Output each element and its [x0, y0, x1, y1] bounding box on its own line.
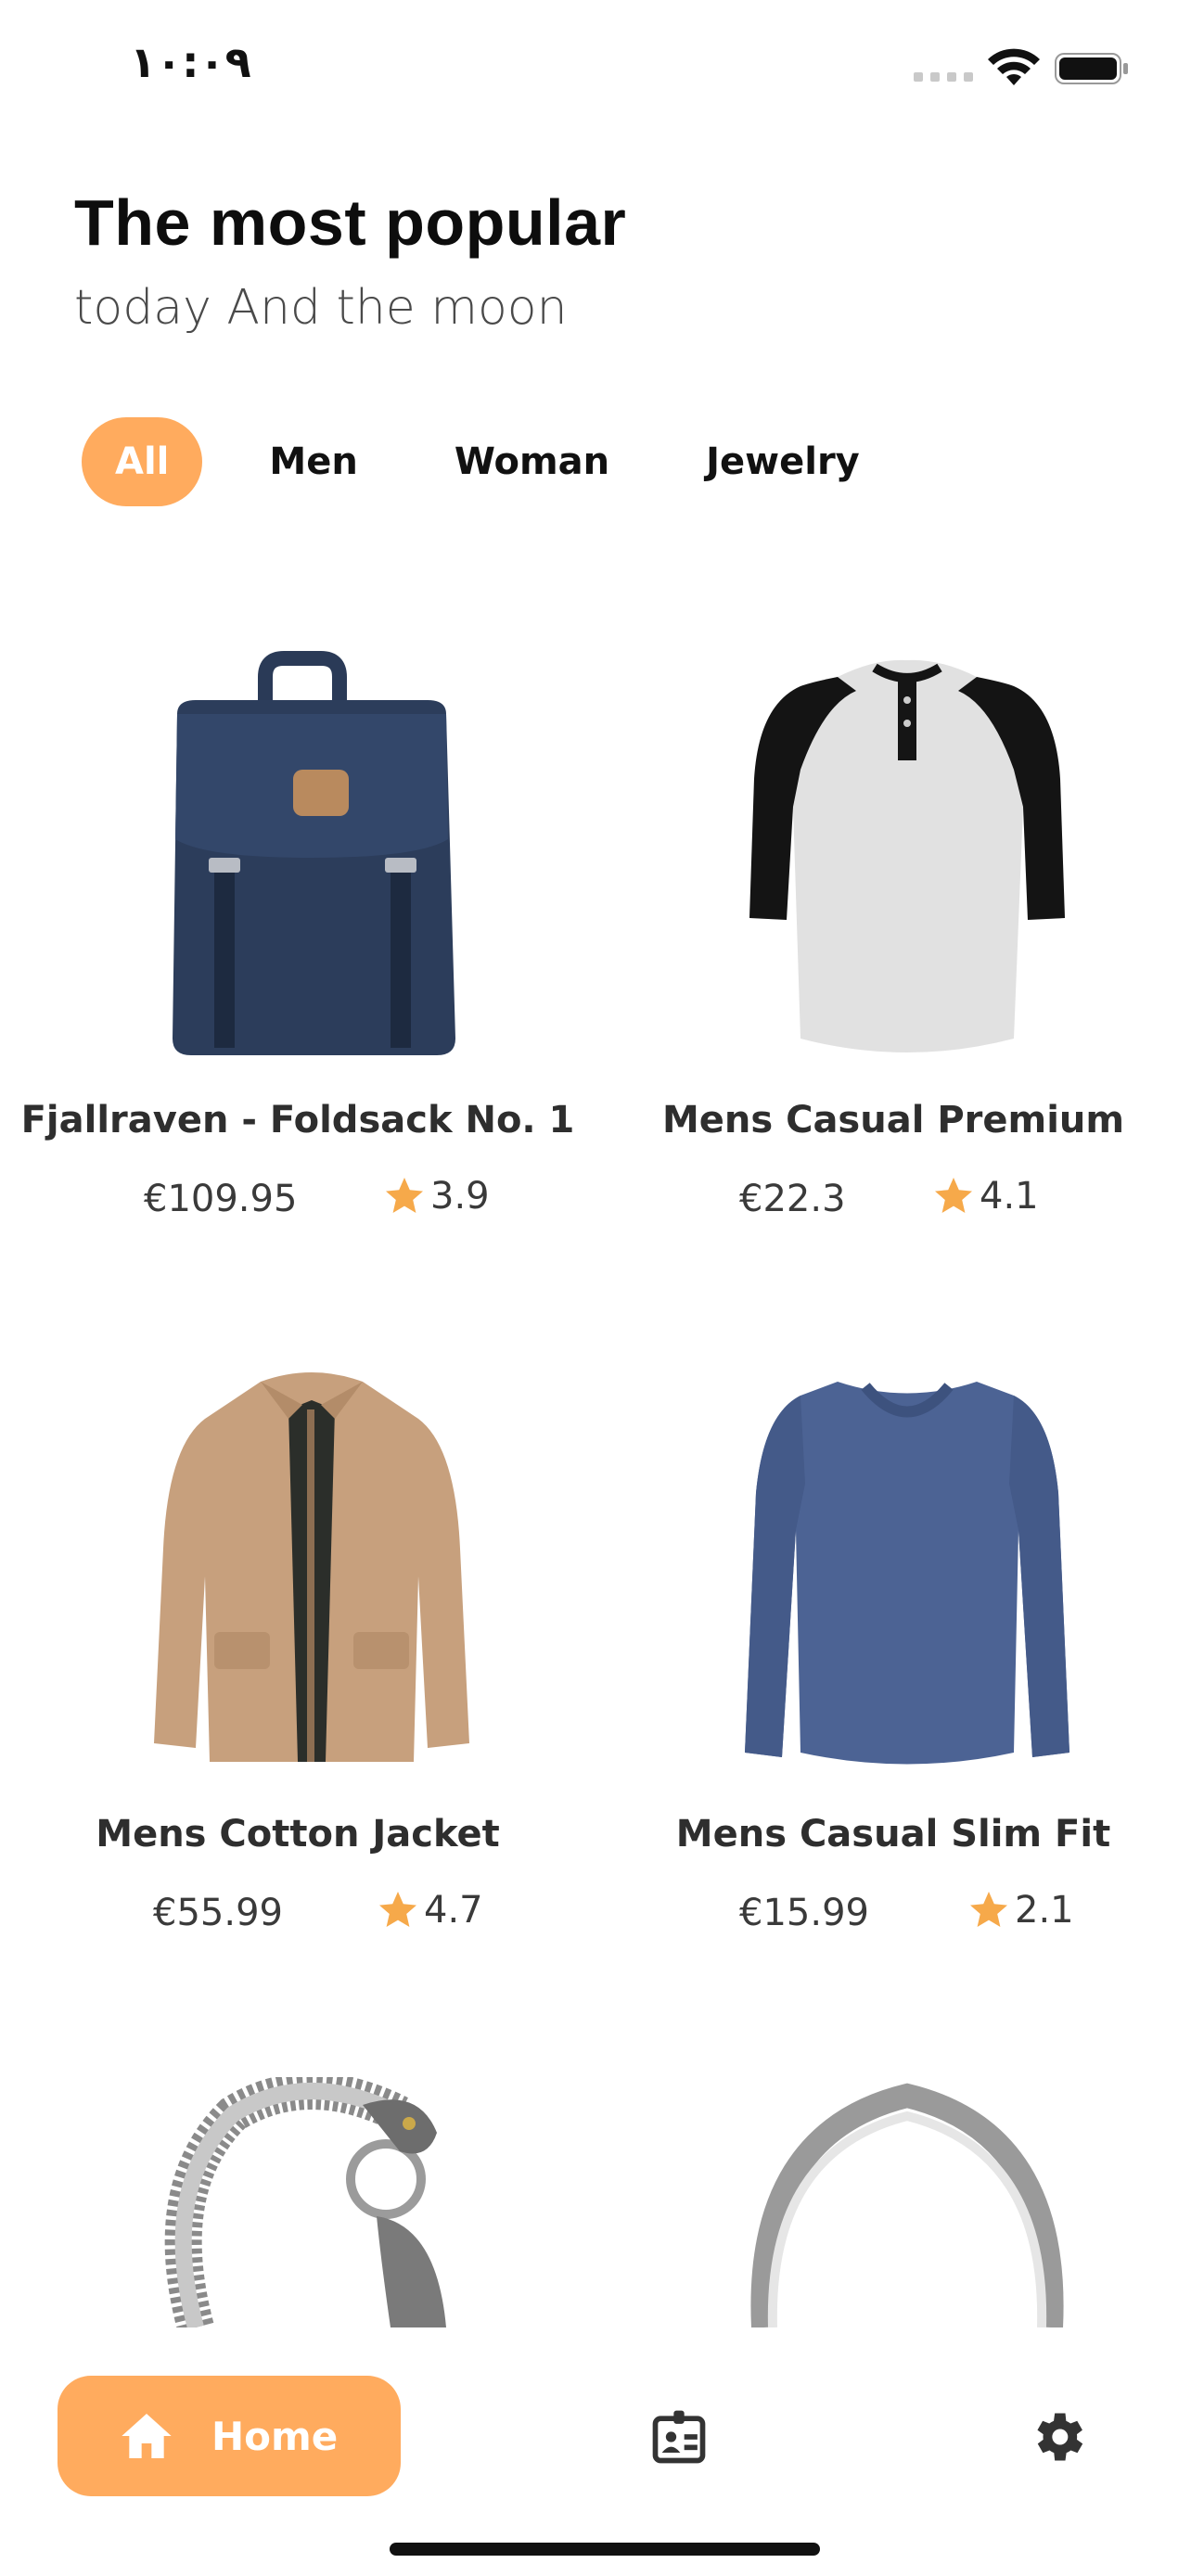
product-price: €55.99 [153, 1892, 283, 1934]
bottom-navigation: Home [0, 2327, 1191, 2576]
product-price: €109.95 [144, 1178, 298, 1220]
ring-image [750, 2083, 1064, 2327]
product-rating: 3.9 [382, 1174, 490, 1218]
page-title: The most popular [74, 186, 627, 259]
product-card[interactable]: Mens Casual Premium €22.3 4.1 [596, 649, 1191, 1317]
product-card[interactable]: Mens Casual Slim Fit €15.99 2.1 [596, 1363, 1191, 2031]
product-card[interactable] [0, 2077, 596, 2327]
rating-value: 4.1 [980, 1175, 1039, 1218]
product-grid: Fjallraven - Foldsack No. 1 €109.95 3.9 … [0, 649, 1191, 2327]
longsleeve-shirt-image [745, 1382, 1069, 1765]
wifi-icon [988, 48, 1040, 85]
product-card[interactable]: Fjallraven - Foldsack No. 1 €109.95 3.9 [0, 649, 596, 1317]
product-price: €22.3 [739, 1178, 846, 1220]
rating-value: 2.1 [1015, 1889, 1074, 1932]
page-subtitle: today And the moon [74, 280, 568, 336]
home-icon [122, 2414, 172, 2458]
tab-all[interactable]: All [82, 417, 203, 506]
product-name: Mens Casual Premium [661, 1099, 1125, 1141]
id-card-icon[interactable] [647, 2405, 711, 2468]
nav-home-button[interactable]: Home [58, 2376, 401, 2496]
rating-value: 4.7 [424, 1889, 483, 1932]
backpack-image [173, 651, 455, 1055]
product-rating: 4.7 [376, 1888, 483, 1932]
bracelet-image [164, 2077, 446, 2327]
gear-icon[interactable] [1026, 2405, 1089, 2468]
raglan-tshirt-image [749, 659, 1065, 1052]
product-name: Fjallraven - Foldsack No. 1 [20, 1099, 575, 1141]
product-rating: 4.1 [931, 1174, 1039, 1218]
cellular-signal-icon [914, 72, 973, 82]
product-card[interactable] [596, 2077, 1191, 2327]
tab-men[interactable]: Men [239, 417, 387, 506]
rating-value: 3.9 [430, 1175, 490, 1218]
product-name: Mens Casual Slim Fit [675, 1813, 1111, 1855]
star-icon [935, 1178, 972, 1213]
star-icon [379, 1892, 416, 1927]
tab-jewelry[interactable]: Jewelry [676, 417, 890, 506]
product-name: Mens Cotton Jacket [96, 1813, 500, 1855]
tab-woman[interactable]: Woman [425, 417, 639, 506]
product-price: €15.99 [739, 1892, 869, 1934]
product-card[interactable]: Mens Cotton Jacket €55.99 4.7 [0, 1363, 596, 2031]
battery-icon [1055, 53, 1128, 84]
status-time: ١٠:٠٩ [130, 37, 251, 87]
jacket-image [154, 1372, 469, 1762]
star-icon [970, 1892, 1007, 1927]
home-indicator [390, 2543, 820, 2556]
star-icon [386, 1178, 423, 1213]
nav-home-label: Home [211, 2413, 339, 2459]
category-tabs: All Men Woman Jewelry [82, 417, 927, 506]
status-bar: ١٠:٠٩ [0, 0, 1191, 130]
product-rating: 2.1 [967, 1888, 1074, 1932]
